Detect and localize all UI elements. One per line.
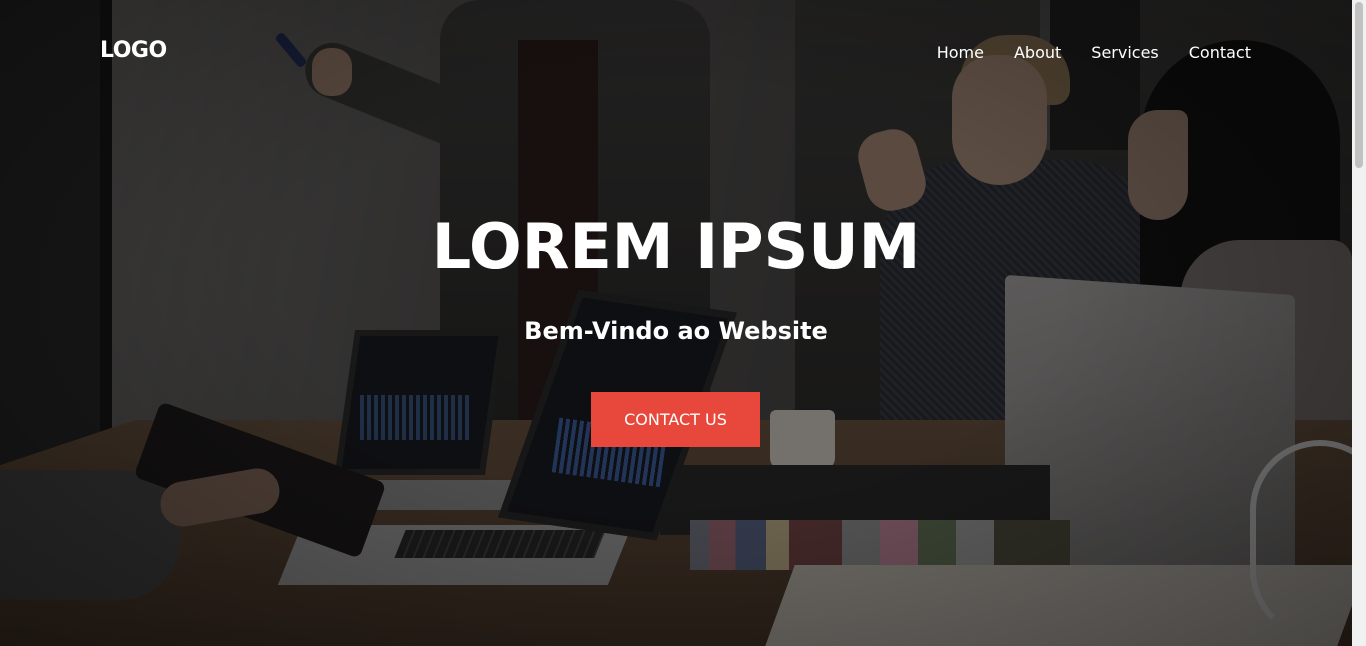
nav-link-contact[interactable]: Contact bbox=[1189, 43, 1251, 62]
nav-links: Home About Services Contact bbox=[937, 43, 1251, 62]
contact-us-button[interactable]: CONTACT US bbox=[591, 392, 760, 447]
nav-link-about[interactable]: About bbox=[1014, 43, 1061, 62]
vertical-scrollbar[interactable] bbox=[1352, 0, 1366, 646]
page: LOGO Home About Services Contact LOREM I… bbox=[0, 0, 1352, 646]
hero-subtitle: Bem-Vindo ao Website bbox=[524, 317, 828, 345]
scrollbar-thumb[interactable] bbox=[1355, 2, 1363, 168]
hero-title: LOREM IPSUM bbox=[431, 210, 921, 283]
nav-link-home[interactable]: Home bbox=[937, 43, 984, 62]
nav-link-services[interactable]: Services bbox=[1091, 43, 1158, 62]
navbar: LOGO Home About Services Contact bbox=[0, 0, 1352, 106]
logo[interactable]: LOGO bbox=[100, 38, 167, 63]
